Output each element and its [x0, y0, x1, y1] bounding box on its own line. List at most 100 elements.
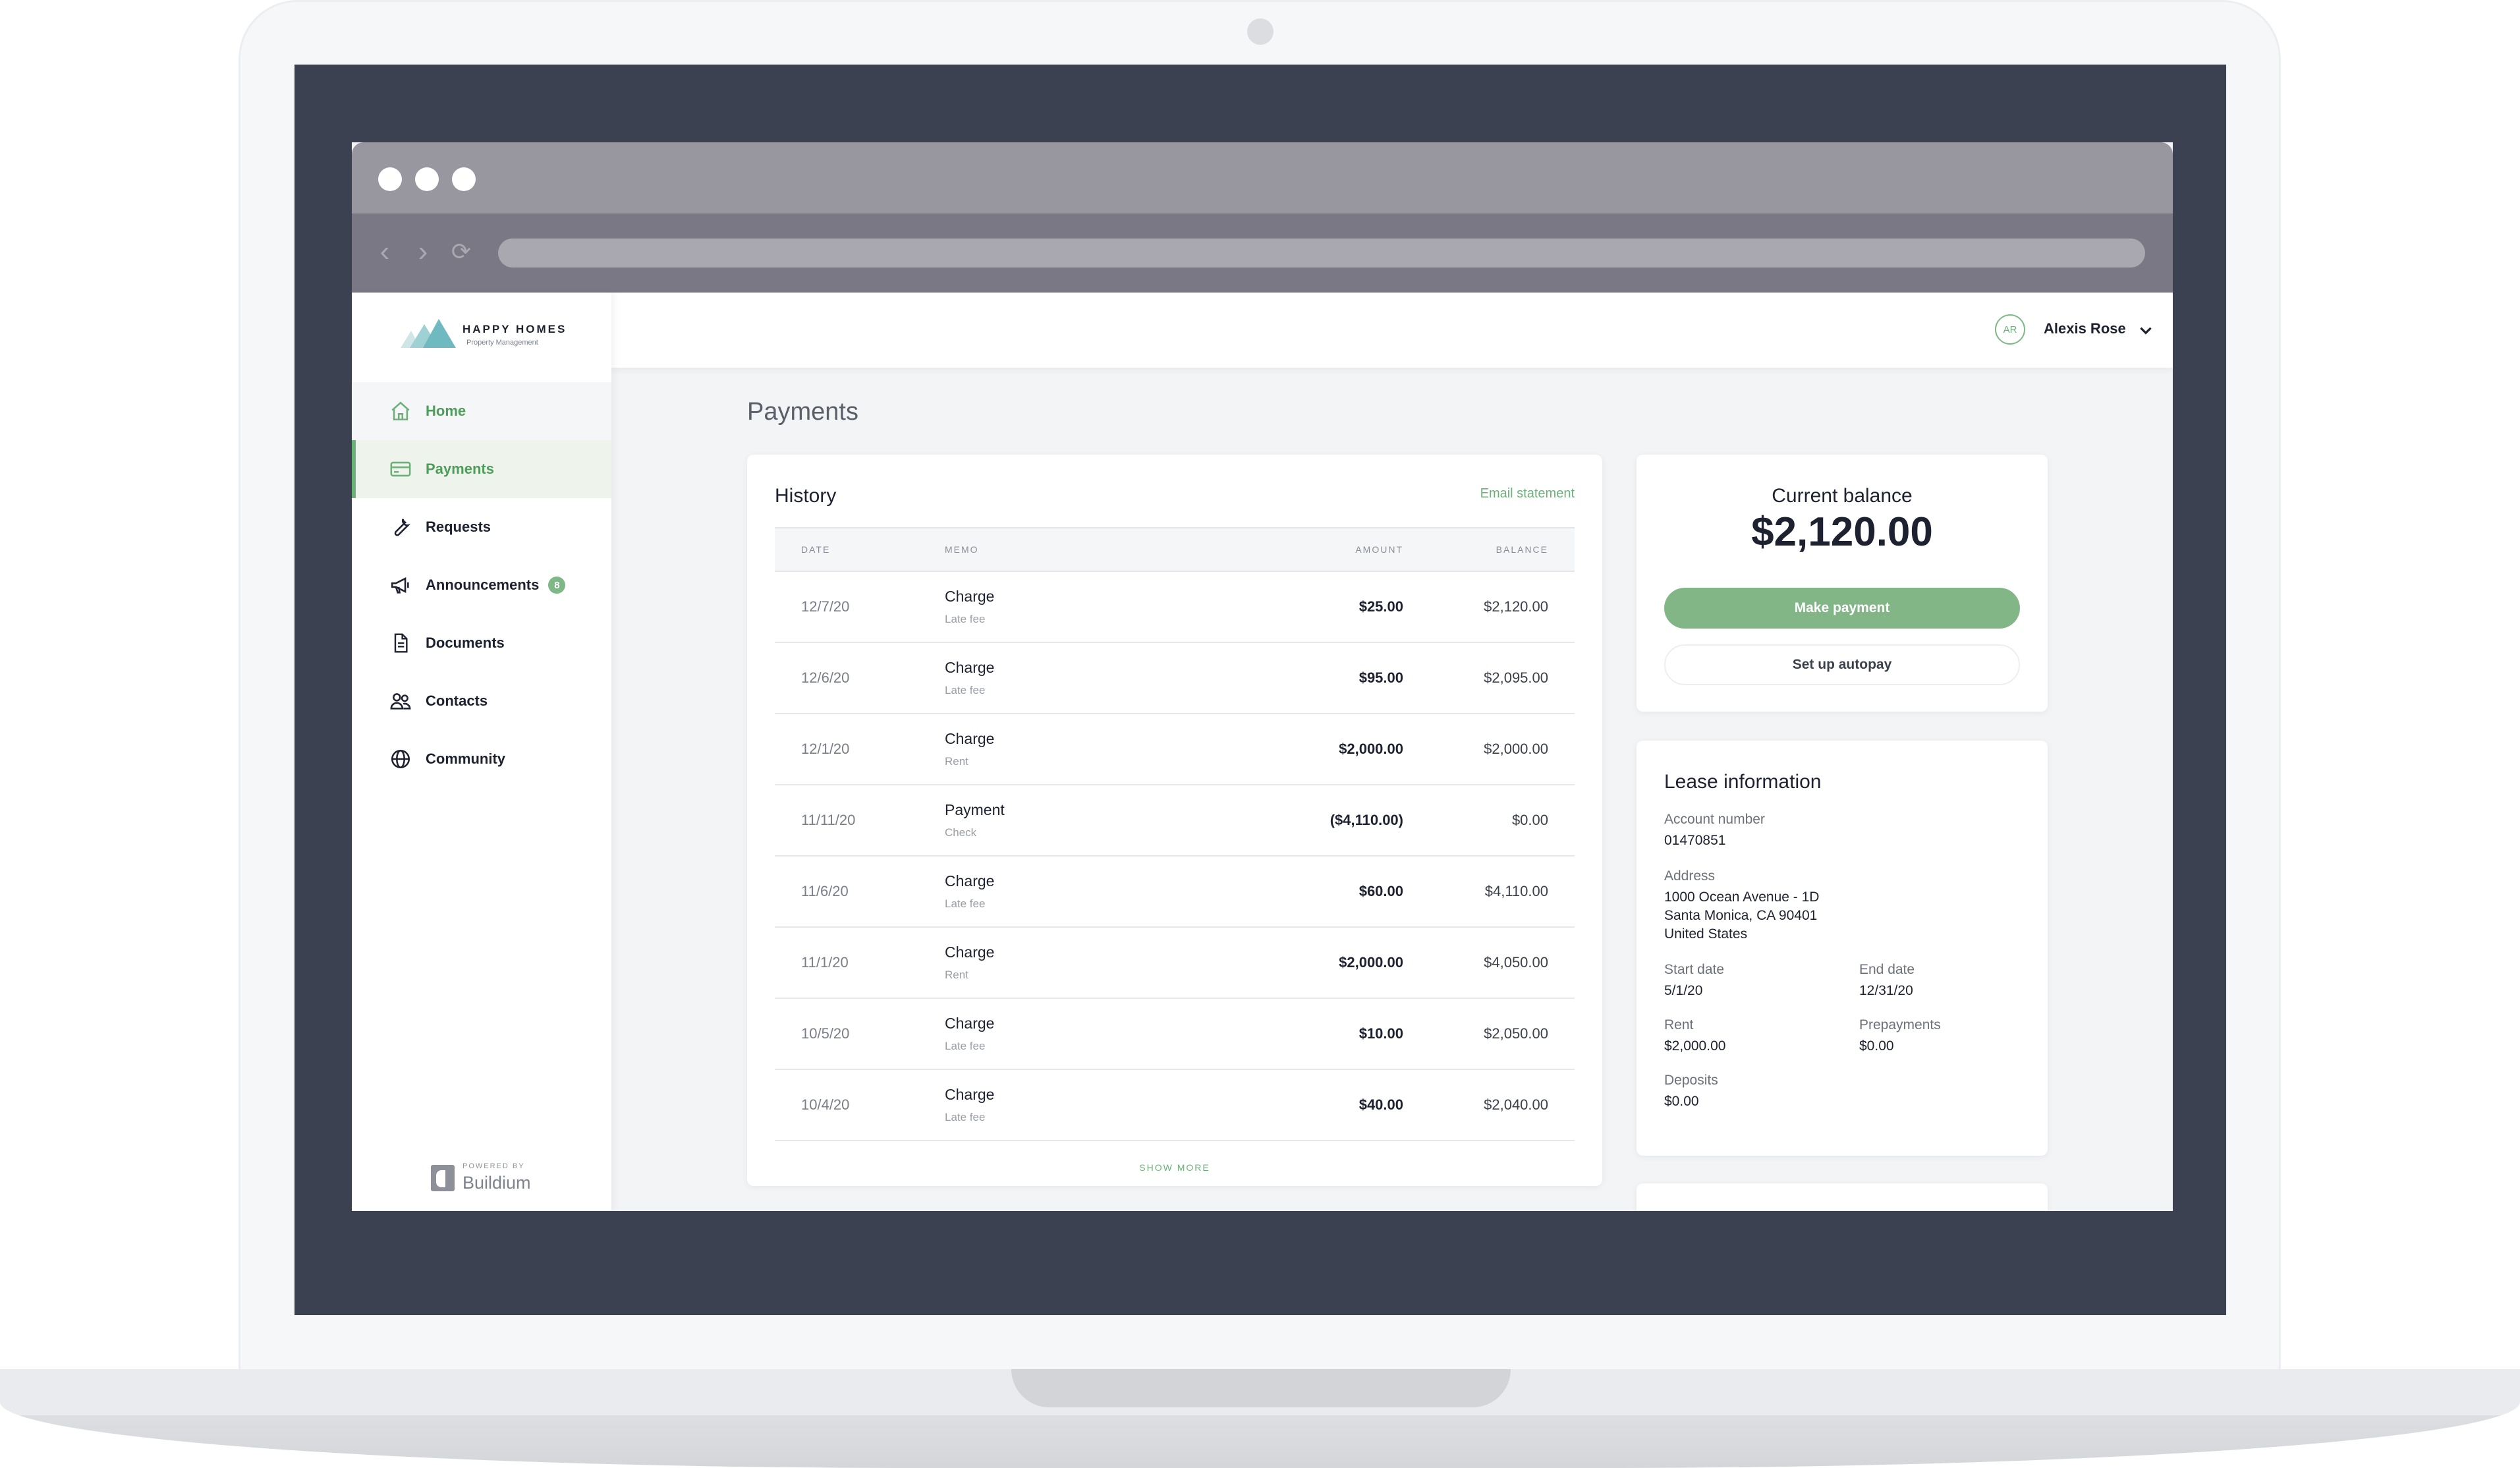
account-number-label: Account number	[1664, 812, 1765, 827]
row-date: 12/1/20	[801, 741, 850, 757]
avatar[interactable]: AR	[1995, 314, 2025, 345]
table-row[interactable]: 12/6/20 Charge Late fee $95.00 $2,095.00	[775, 643, 1575, 714]
refresh-icon[interactable]: ⟳	[441, 232, 481, 271]
laptop-notch	[1011, 1369, 1511, 1407]
sidebar-item-documents[interactable]: Documents	[352, 614, 611, 672]
row-date: 10/5/20	[801, 1025, 850, 1042]
sidebar-item-label: Contacts	[426, 692, 488, 709]
end-date-value: 12/31/20	[1859, 983, 1913, 998]
row-memo-detail: Late fee	[945, 613, 986, 625]
sidebar: HAPPY HOMES Property Management Home Pay…	[352, 293, 611, 1211]
powered-by-label: POWERED BY	[462, 1162, 525, 1170]
credit-card-icon	[387, 456, 414, 482]
announcements-badge: 8	[548, 577, 566, 594]
sidebar-item-announcements[interactable]: Announcements 8	[352, 556, 611, 614]
make-payment-button[interactable]: Make payment	[1664, 588, 2020, 629]
globe-icon	[387, 746, 414, 772]
row-amount: $95.00	[1358, 669, 1403, 686]
page-title: Payments	[747, 398, 858, 426]
row-balance: $4,050.00	[1484, 954, 1548, 971]
row-date: 11/11/20	[801, 812, 856, 828]
browser-titlebar	[352, 142, 2173, 213]
sidebar-item-label: Community	[426, 750, 505, 767]
address-line-2: Santa Monica, CA 90401	[1664, 908, 1818, 923]
row-memo-detail: Check	[945, 826, 977, 839]
sidebar-item-community[interactable]: Community	[352, 730, 611, 788]
row-amount: $40.00	[1358, 1096, 1403, 1113]
row-amount: $2,000.00	[1339, 954, 1403, 971]
forward-icon[interactable]: ›	[403, 232, 443, 271]
table-row[interactable]: 12/7/20 Charge Late fee $25.00 $2,120.00	[775, 572, 1575, 643]
wrench-icon	[387, 514, 414, 540]
sidebar-item-requests[interactable]: Requests	[352, 498, 611, 556]
table-row[interactable]: 12/1/20 Charge Rent $2,000.00 $2,000.00	[775, 714, 1575, 785]
row-balance: $2,095.00	[1484, 669, 1548, 686]
row-amount: $25.00	[1358, 598, 1403, 615]
table-row[interactable]: 11/11/20 Payment Check ($4,110.00) $0.00	[775, 785, 1575, 857]
row-balance: $2,040.00	[1484, 1096, 1548, 1113]
prepayments-label: Prepayments	[1859, 1017, 1941, 1032]
powered-by-buildium[interactable]: POWERED BY Buildium	[431, 1161, 549, 1194]
row-date: 10/4/20	[801, 1096, 850, 1113]
table-row[interactable]: 11/1/20 Charge Rent $2,000.00 $4,050.00	[775, 928, 1575, 999]
row-memo-detail: Late fee	[945, 684, 986, 696]
sidebar-item-contacts[interactable]: Contacts	[352, 672, 611, 730]
start-date-label: Start date	[1664, 962, 1725, 977]
table-row[interactable]: 10/4/20 Charge Late fee $40.00 $2,040.00	[775, 1070, 1575, 1141]
table-row[interactable]: 11/6/20 Charge Late fee $60.00 $4,110.00	[775, 857, 1575, 928]
row-memo: Charge	[945, 1086, 995, 1103]
brand-logo[interactable]: HAPPY HOMES Property Management	[401, 316, 572, 362]
document-icon	[387, 630, 414, 656]
current-balance-card: Current balance $2,120.00 Make payment S…	[1637, 455, 2048, 712]
prepayments-value: $0.00	[1859, 1038, 1894, 1054]
row-date: 12/7/20	[801, 598, 850, 615]
row-amount: $2,000.00	[1339, 741, 1403, 757]
sidebar-item-payments[interactable]: Payments	[352, 440, 611, 498]
sidebar-item-label: Announcements	[426, 577, 540, 593]
balance-label: Current balance	[1772, 485, 1913, 507]
app-root: HAPPY HOMES Property Management Home Pay…	[352, 293, 2173, 1211]
address-label: Address	[1664, 868, 1716, 884]
row-memo-detail: Late fee	[945, 897, 986, 910]
back-icon[interactable]: ‹	[365, 232, 405, 271]
row-memo: Charge	[945, 730, 995, 747]
row-memo-detail: Late fee	[945, 1040, 986, 1052]
history-card: History Email statement DATE MEMO AMOUNT…	[747, 455, 1602, 1186]
sidebar-nav: Home Payments Requests Announcements 8 D…	[352, 382, 611, 788]
email-statement-link[interactable]: Email statement	[1480, 486, 1575, 501]
buildium-logo-icon	[431, 1165, 455, 1191]
user-menu-name[interactable]: Alexis Rose	[2044, 320, 2126, 337]
deposits-label: Deposits	[1664, 1073, 1718, 1088]
lease-information-card: Lease information Account number 0147085…	[1637, 741, 2048, 1156]
window-minimize-dot[interactable]	[415, 167, 439, 191]
row-date: 12/6/20	[801, 669, 850, 686]
end-date-label: End date	[1859, 962, 1915, 977]
lease-title: Lease information	[1664, 771, 1822, 793]
history-table-body: 12/7/20 Charge Late fee $25.00 $2,120.00…	[775, 572, 1575, 1141]
balance-amount: $2,120.00	[1751, 509, 1933, 555]
column-header-amount[interactable]: AMOUNT	[1355, 544, 1403, 555]
row-balance: $2,050.00	[1484, 1025, 1548, 1042]
row-date: 11/1/20	[801, 954, 849, 971]
set-up-autopay-button[interactable]: Set up autopay	[1664, 644, 2020, 685]
row-memo: Charge	[945, 588, 995, 605]
row-amount: ($4,110.00)	[1330, 812, 1403, 828]
show-more-link[interactable]: SHOW MORE	[747, 1162, 1602, 1173]
brand-name: HAPPY HOMES	[462, 323, 567, 335]
column-header-balance[interactable]: BALANCE	[1496, 544, 1548, 555]
column-header-memo[interactable]: MEMO	[945, 544, 979, 555]
megaphone-icon	[387, 572, 414, 598]
address-bar[interactable]	[498, 239, 2145, 268]
column-header-date[interactable]: DATE	[801, 544, 830, 555]
row-balance: $0.00	[1511, 812, 1548, 828]
window-maximize-dot[interactable]	[452, 167, 476, 191]
rent-value: $2,000.00	[1664, 1038, 1726, 1054]
rent-label: Rent	[1664, 1017, 1694, 1032]
chevron-down-icon[interactable]	[2137, 322, 2154, 339]
sidebar-item-home[interactable]: Home	[352, 382, 611, 440]
top-bar	[611, 293, 2173, 368]
sidebar-item-label: Requests	[426, 519, 491, 535]
table-row[interactable]: 10/5/20 Charge Late fee $10.00 $2,050.00	[775, 999, 1575, 1070]
window-close-dot[interactable]	[378, 167, 402, 191]
address-line-1: 1000 Ocean Avenue - 1D	[1664, 889, 1820, 905]
